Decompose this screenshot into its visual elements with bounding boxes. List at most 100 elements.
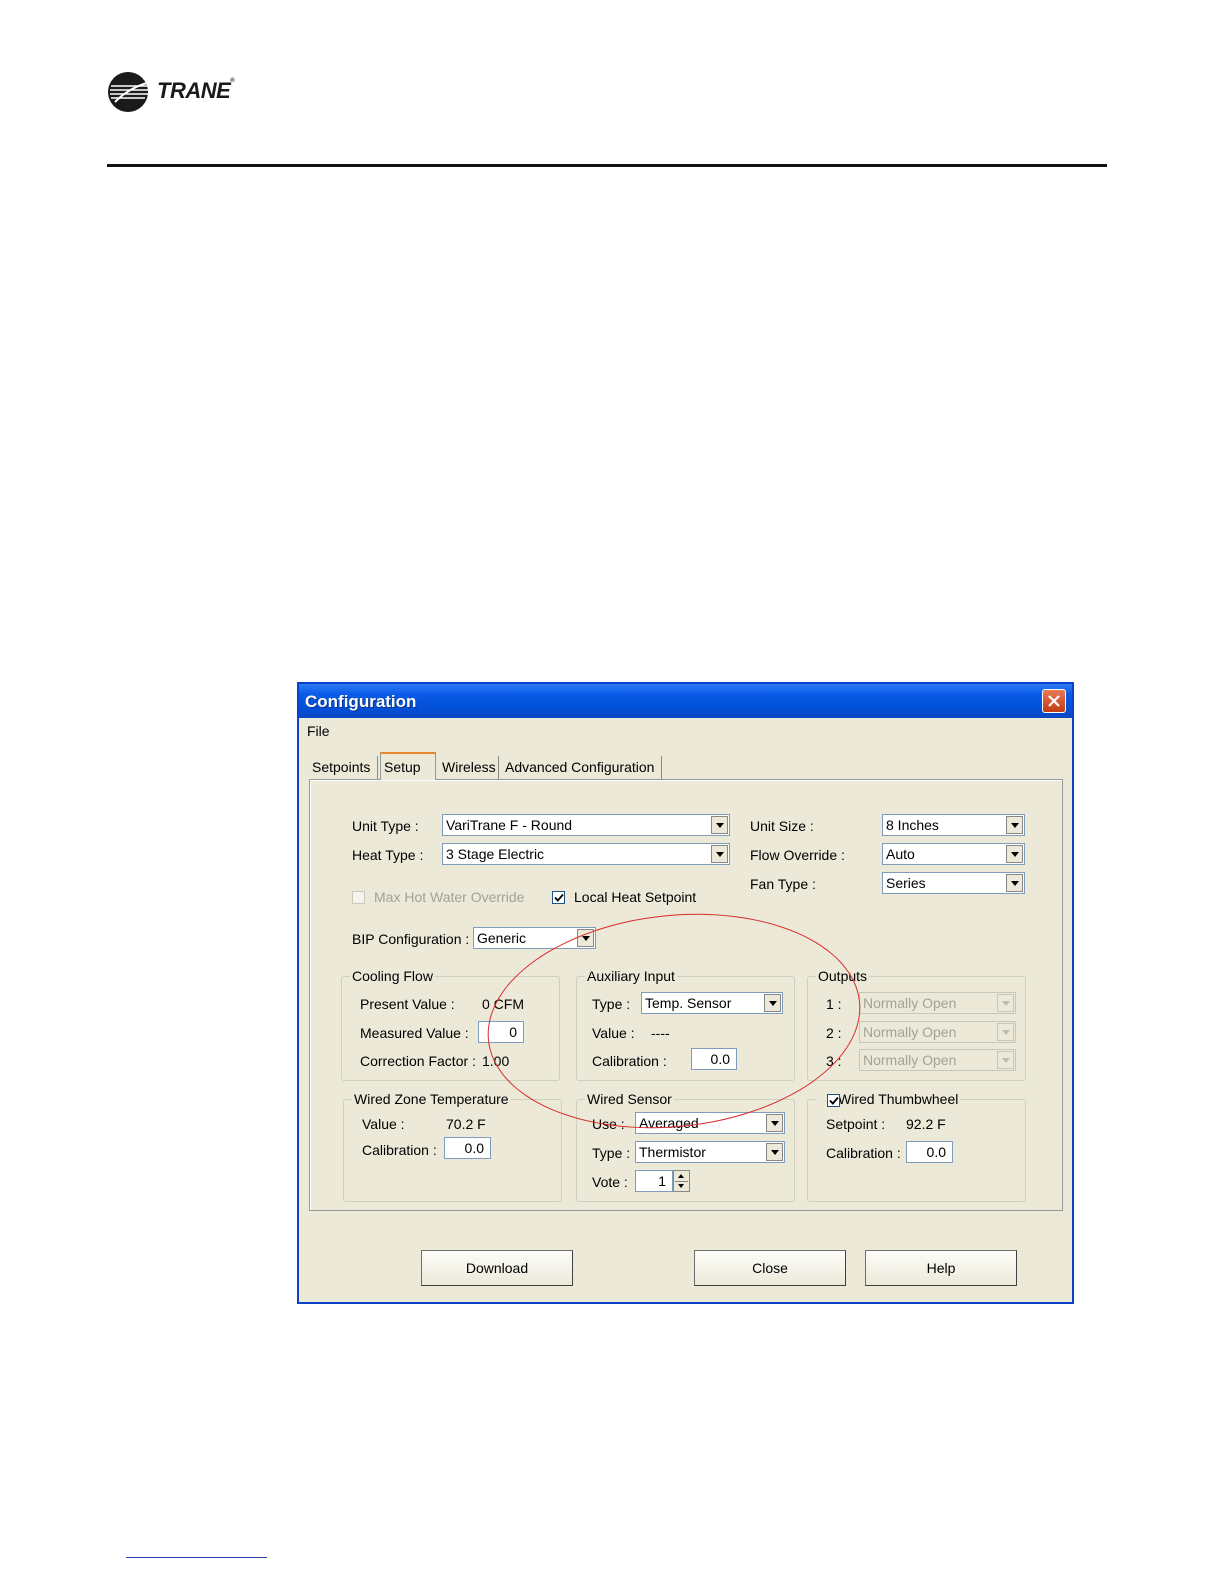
trane-logo-icon — [108, 72, 148, 112]
correction-factor-value: 1.00 — [482, 1053, 510, 1069]
chevron-down-icon[interactable] — [1006, 845, 1023, 863]
thumbwheel-calibration-input[interactable]: 0.0 — [906, 1141, 953, 1163]
wired-zone-temperature-group: Wired Zone Temperature Value : 70.2 F Ca… — [343, 1091, 562, 1202]
chevron-down-icon[interactable] — [764, 994, 781, 1012]
aux-value-label: Value : — [592, 1025, 635, 1041]
chevron-down-icon[interactable] — [997, 1051, 1014, 1069]
heat-type-label: Heat Type : — [352, 847, 424, 863]
wired-sensor-vote-input[interactable]: 1 — [635, 1170, 673, 1192]
max-hot-water-override-checkbox[interactable] — [352, 891, 365, 904]
cooling-flow-group: Cooling Flow Present Value : 0 CFM Measu… — [341, 968, 560, 1081]
aux-type-value: Temp. Sensor — [645, 995, 732, 1011]
local-heat-setpoint-checkbox[interactable] — [552, 891, 565, 904]
output-2-label: 2 : — [826, 1025, 842, 1041]
close-window-button[interactable] — [1042, 689, 1066, 713]
output-1-label: 1 : — [826, 996, 842, 1012]
wired-zone-value: 70.2 F — [446, 1116, 486, 1132]
bip-configuration-select[interactable]: Generic — [473, 927, 596, 949]
close-icon — [1048, 695, 1060, 707]
download-button[interactable]: Download — [421, 1250, 573, 1286]
wired-thumbwheel-group: Wired Thumbwheel Setpoint : 92.2 F Calib… — [807, 1091, 1026, 1202]
aux-type-label: Type : — [592, 996, 631, 1012]
outputs-title: Outputs — [816, 968, 870, 984]
header-rule — [107, 164, 1107, 167]
brand-name: TRANE® — [157, 78, 235, 103]
wired-sensor-type-value: Thermistor — [639, 1144, 706, 1160]
wired-zone-calibration-label: Calibration : — [362, 1142, 437, 1158]
wired-sensor-use-select[interactable]: Averaged — [635, 1112, 785, 1134]
heat-type-select[interactable]: 3 Stage Electric — [442, 843, 730, 865]
thumbwheel-calibration-label: Calibration : — [826, 1145, 901, 1161]
tab-advanced-configuration[interactable]: Advanced Configuration — [502, 756, 662, 779]
chevron-down-icon[interactable] — [997, 994, 1014, 1012]
chevron-down-icon[interactable] — [766, 1114, 783, 1132]
wired-zone-temperature-title: Wired Zone Temperature — [352, 1091, 511, 1107]
chevron-down-icon[interactable] — [997, 1023, 1014, 1041]
aux-calibration-input[interactable]: 0.0 — [691, 1048, 737, 1070]
wired-sensor-title: Wired Sensor — [585, 1091, 674, 1107]
aux-type-select[interactable]: Temp. Sensor — [641, 992, 783, 1014]
present-value-label: Present Value : — [360, 996, 455, 1012]
chevron-down-icon[interactable] — [711, 845, 728, 863]
local-heat-setpoint-label: Local Heat Setpoint — [574, 889, 697, 905]
help-button[interactable]: Help — [865, 1250, 1017, 1286]
footer-link-underline[interactable] — [126, 1557, 267, 1558]
fan-type-select[interactable]: Series — [882, 872, 1025, 894]
unit-size-label: Unit Size : — [750, 818, 814, 834]
chevron-down-icon[interactable] — [1006, 874, 1023, 892]
tab-wireless[interactable]: Wireless — [439, 756, 499, 779]
chevron-down-icon[interactable] — [1006, 816, 1023, 834]
outputs-group: Outputs 1 : Normally Open 2 : Normally O… — [807, 968, 1026, 1081]
wired-zone-calibration-input[interactable]: 0.0 — [444, 1137, 491, 1159]
unit-type-label: Unit Type : — [352, 818, 419, 834]
unit-size-value: 8 Inches — [886, 817, 939, 833]
correction-factor-label: Correction Factor : — [360, 1053, 476, 1069]
wired-sensor-group: Wired Sensor Use : Averaged Type : Therm… — [576, 1091, 795, 1202]
unit-type-value: VariTrane F - Round — [446, 817, 573, 833]
wired-sensor-use-label: Use : — [592, 1116, 625, 1132]
bip-configuration-label: BIP Configuration : — [352, 931, 470, 947]
thumbwheel-setpoint-value: 92.2 F — [906, 1116, 946, 1132]
auxiliary-input-title: Auxiliary Input — [585, 968, 677, 984]
aux-value: ---- — [651, 1025, 670, 1041]
chevron-down-icon[interactable] — [766, 1143, 783, 1161]
output-2-value: Normally Open — [863, 1024, 957, 1040]
checkmark-icon — [554, 893, 564, 902]
output-3-select[interactable]: Normally Open — [859, 1049, 1016, 1071]
bip-configuration-value: Generic — [477, 930, 527, 946]
chevron-down-icon[interactable] — [711, 816, 728, 834]
title-bar[interactable]: Configuration — [299, 684, 1072, 718]
flow-override-label: Flow Override : — [750, 847, 845, 863]
aux-calibration-label: Calibration : — [592, 1053, 667, 1069]
measured-value-input[interactable]: 0 — [478, 1021, 524, 1043]
present-value: 0 CFM — [482, 996, 524, 1012]
output-3-label: 3 : — [826, 1053, 842, 1069]
max-hot-water-override-label: Max Hot Water Override — [374, 889, 525, 905]
heat-type-value: 3 Stage Electric — [446, 846, 545, 862]
unit-type-select[interactable]: VariTrane F - Round — [442, 814, 730, 836]
wired-sensor-use-value: Averaged — [639, 1115, 699, 1131]
configuration-window: Configuration File Setpoints Setup Wirel… — [297, 682, 1074, 1304]
wired-sensor-type-label: Type : — [592, 1145, 631, 1161]
tab-setup[interactable]: Setup — [380, 752, 436, 780]
vote-spinner[interactable] — [673, 1170, 690, 1192]
wired-thumbwheel-checkbox[interactable] — [827, 1094, 840, 1107]
output-3-value: Normally Open — [863, 1052, 957, 1068]
window-title: Configuration — [305, 692, 417, 711]
wired-sensor-vote-label: Vote : — [592, 1174, 628, 1190]
thumbwheel-setpoint-label: Setpoint : — [826, 1116, 886, 1132]
cooling-flow-title: Cooling Flow — [350, 968, 435, 984]
output-1-select[interactable]: Normally Open — [859, 992, 1016, 1014]
close-button[interactable]: Close — [694, 1250, 846, 1286]
output-1-value: Normally Open — [863, 995, 957, 1011]
output-2-select[interactable]: Normally Open — [859, 1021, 1016, 1043]
flow-override-select[interactable]: Auto — [882, 843, 1025, 865]
unit-size-select[interactable]: 8 Inches — [882, 814, 1025, 836]
auxiliary-input-group: Auxiliary Input Type : Temp. Sensor Valu… — [576, 968, 795, 1081]
wired-sensor-type-select[interactable]: Thermistor — [635, 1141, 785, 1163]
tab-setpoints[interactable]: Setpoints — [309, 756, 378, 779]
checkmark-icon — [829, 1096, 839, 1105]
setup-panel: Unit Type : VariTrane F - Round Heat Typ… — [309, 779, 1063, 1211]
menu-file[interactable]: File — [307, 723, 330, 739]
chevron-down-icon[interactable] — [577, 929, 594, 947]
